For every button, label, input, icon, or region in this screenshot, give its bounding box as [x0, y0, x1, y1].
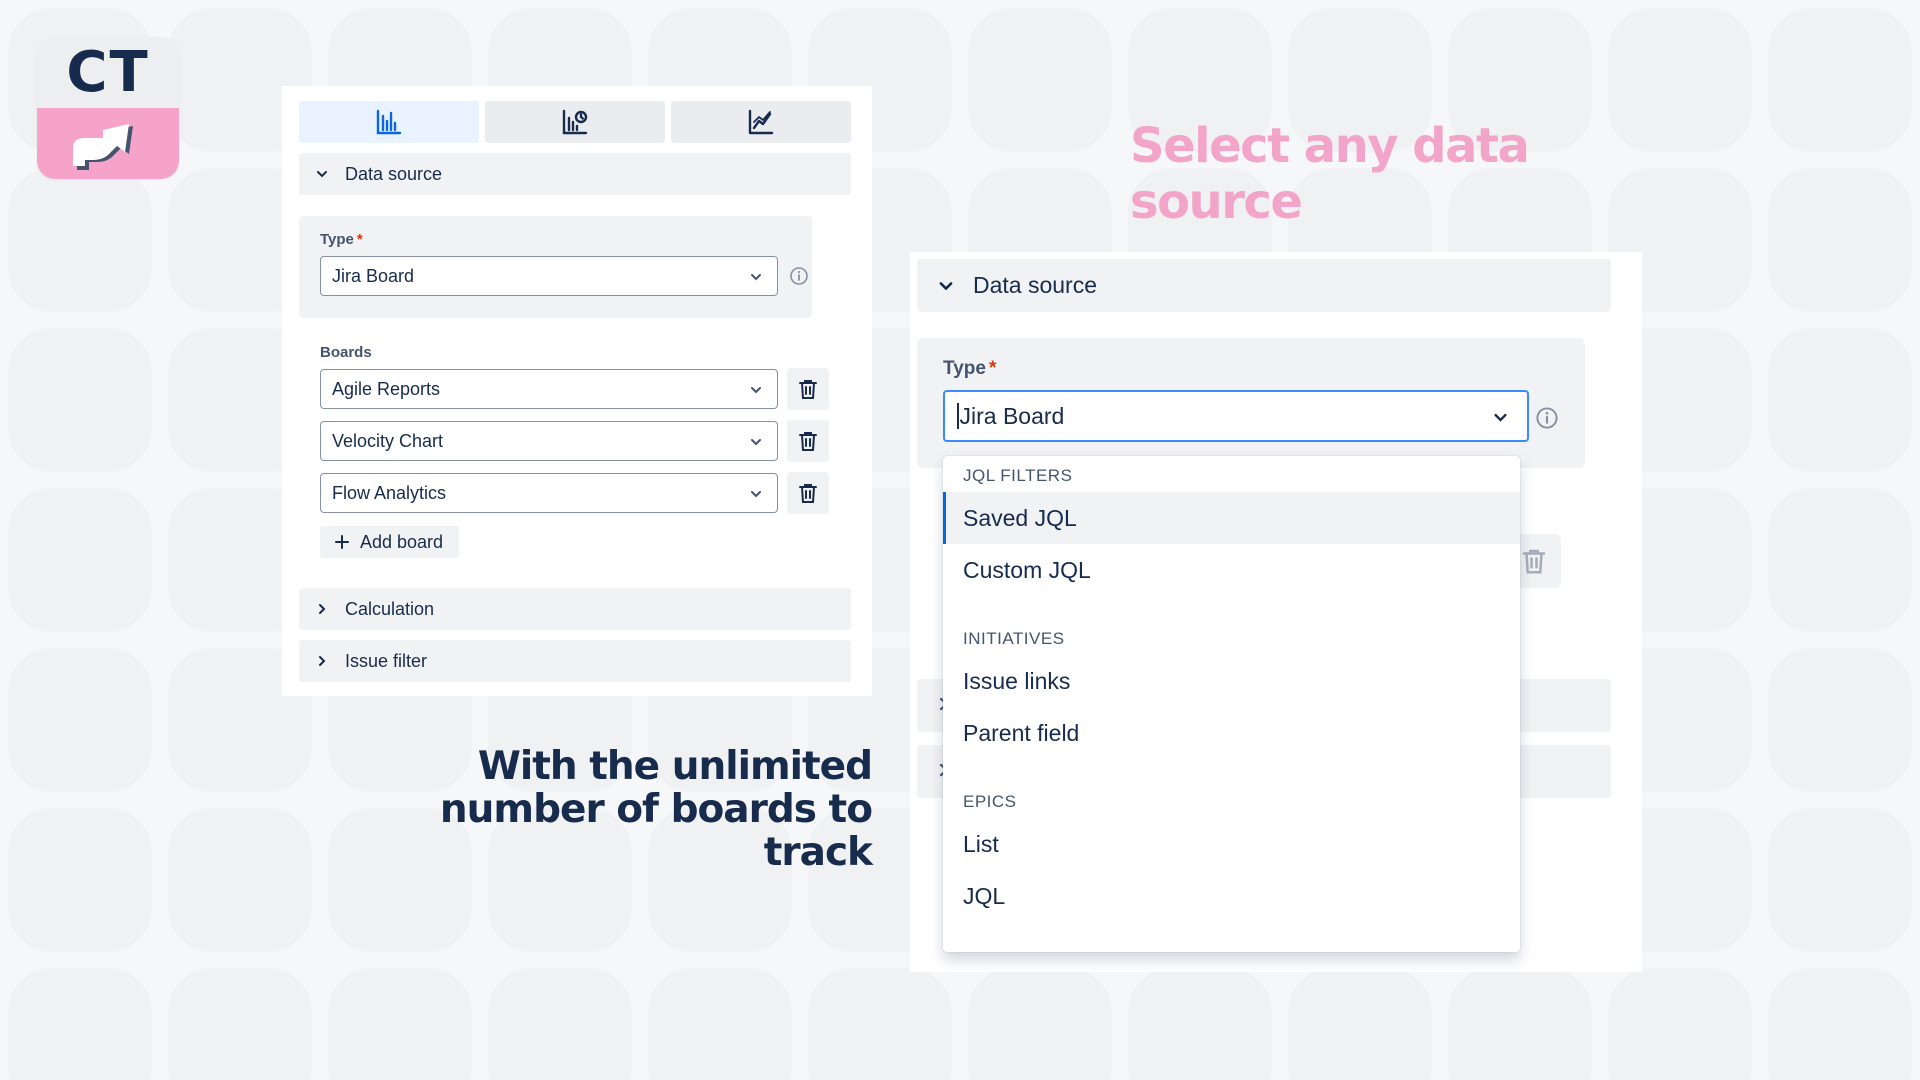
- headline-select-data-source: Select any data source: [1130, 118, 1530, 230]
- data-source-section-header[interactable]: Data source: [917, 259, 1611, 312]
- trash-icon: [799, 484, 817, 503]
- chart-arrow-logo-icon: [73, 124, 133, 170]
- chevron-down-icon: [751, 387, 761, 394]
- app-logo: CT: [37, 37, 179, 179]
- info-icon[interactable]: [789, 266, 809, 286]
- plus-icon: [335, 535, 349, 549]
- board-select-value: Agile Reports: [332, 378, 441, 399]
- board-select-value: Flow Analytics: [332, 482, 447, 503]
- menu-option-custom-jql[interactable]: Custom JQL: [943, 544, 1520, 596]
- tab-line-chart[interactable]: [671, 101, 851, 143]
- right-config-panel: Data source Type * Jira Board JQL FILTERS…: [910, 252, 1642, 972]
- menu-option-issue-links[interactable]: Issue links: [943, 655, 1520, 707]
- trash-icon: [799, 380, 817, 399]
- board-select-3[interactable]: Flow Analytics: [320, 473, 778, 513]
- type-select-focused[interactable]: Jira Board: [943, 390, 1529, 442]
- headline-line-1: With the unlimited: [477, 744, 873, 789]
- menu-group-initiatives: INITIATIVES: [963, 629, 1065, 648]
- tab-cycle-time-chart[interactable]: [485, 101, 665, 143]
- calculation-section-header[interactable]: Calculation: [299, 588, 851, 630]
- text-caret: [957, 403, 959, 429]
- headline-line-2: number of boards to track: [439, 787, 873, 875]
- add-board-button[interactable]: Add board: [320, 526, 460, 558]
- chevron-right-icon: [319, 604, 326, 614]
- add-board-label: Add board: [360, 531, 444, 552]
- menu-option-jql[interactable]: JQL: [943, 870, 1520, 922]
- type-select-value: Jira Board: [332, 265, 415, 286]
- type-label: Type *: [943, 358, 997, 379]
- data-source-title: Data source: [973, 272, 1098, 298]
- chart-clock-icon: [562, 109, 588, 135]
- remove-board-button-3[interactable]: [787, 472, 829, 514]
- menu-option-list[interactable]: List: [943, 818, 1520, 870]
- chart-type-tabs: [299, 101, 851, 143]
- menu-option-parent-field[interactable]: Parent field: [943, 707, 1520, 759]
- menu-group-epics: EPICS: [963, 792, 1017, 811]
- remove-board-button-1[interactable]: [787, 368, 829, 410]
- menu-group-jql-filters: JQL FILTERS: [963, 466, 1073, 485]
- bar-chart-icon: [376, 109, 402, 135]
- chevron-down-icon: [939, 281, 953, 290]
- type-dropdown-menu: JQL FILTERS Saved JQL Custom JQL INITIAT…: [943, 456, 1520, 952]
- chevron-down-icon: [317, 171, 327, 178]
- issue-filter-title: Issue filter: [345, 650, 428, 671]
- issue-filter-section-header[interactable]: Issue filter: [299, 640, 851, 682]
- type-select[interactable]: Jira Board: [320, 256, 778, 296]
- tab-bar-chart[interactable]: [299, 101, 479, 143]
- data-source-section-header[interactable]: Data source: [299, 153, 851, 195]
- logo-text: CT: [37, 37, 179, 108]
- chevron-down-icon: [751, 274, 761, 281]
- line-chart-icon: [748, 109, 774, 135]
- remove-board-button-2[interactable]: [787, 420, 829, 462]
- chevron-down-icon: [751, 439, 761, 446]
- calculation-title: Calculation: [345, 598, 435, 619]
- headline-unlimited-boards: With the unlimited number of boards to t…: [360, 744, 873, 875]
- type-label: Type *: [320, 231, 363, 248]
- trash-icon: [799, 432, 817, 451]
- type-select-value: Jira Board: [959, 402, 1065, 429]
- chevron-down-icon: [1494, 413, 1507, 422]
- board-select-1[interactable]: Agile Reports: [320, 369, 778, 409]
- left-config-panel: Data source Type * Jira Board Boards Agil…: [282, 86, 872, 696]
- chevron-right-icon: [319, 656, 326, 666]
- data-source-title: Data source: [345, 163, 443, 184]
- board-select-2[interactable]: Velocity Chart: [320, 421, 778, 461]
- board-select-value: Velocity Chart: [332, 430, 444, 451]
- chevron-down-icon: [751, 491, 761, 498]
- trash-icon: [1522, 549, 1546, 574]
- info-icon[interactable]: [1535, 406, 1559, 430]
- menu-option-saved-jql[interactable]: Saved JQL: [943, 492, 1520, 544]
- boards-label: Boards: [320, 344, 372, 361]
